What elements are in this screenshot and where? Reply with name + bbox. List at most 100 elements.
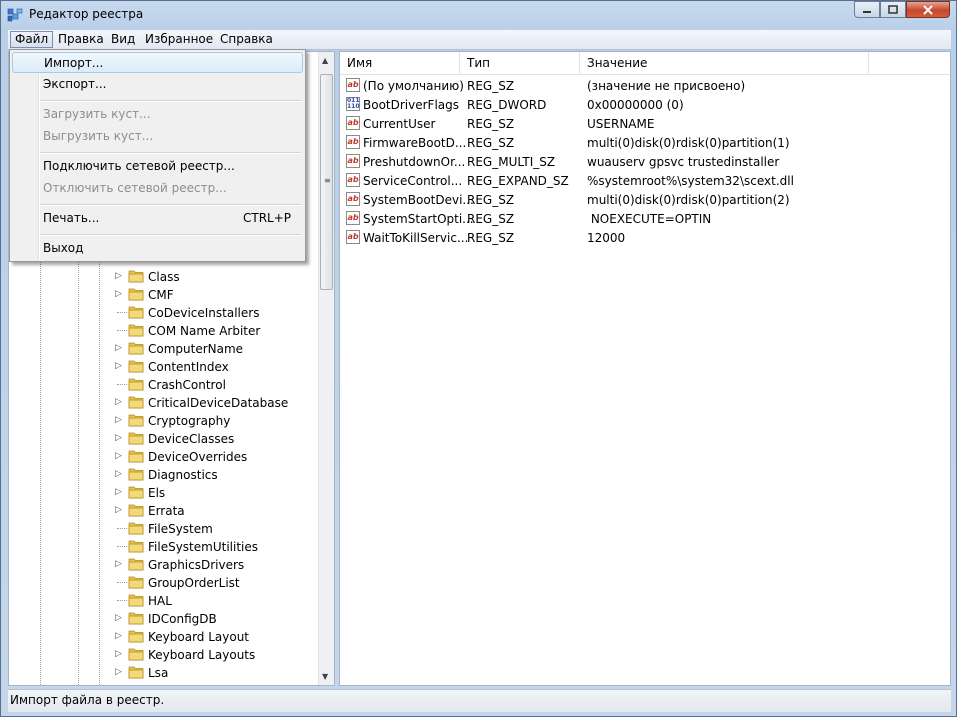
value-data: USERNAME	[587, 117, 655, 131]
tree-item-label: Keyboard Layout	[148, 630, 250, 644]
tree-item[interactable]: ▷ CMF	[9, 286, 314, 304]
tree-item-label: FileSystemUtilities	[148, 540, 258, 554]
column-header-data[interactable]: Значение	[580, 52, 869, 74]
expand-arrow-icon[interactable]: ▷	[115, 613, 122, 623]
expand-arrow-icon[interactable]: ▷	[115, 469, 122, 479]
value-data: multi(0)disk(0)rdisk(0)partition(2)	[587, 193, 790, 207]
value-name: BootDriverFlags	[363, 98, 460, 112]
window-title: Редактор реестра	[29, 7, 144, 21]
tree-item-label: COM Name Arbiter	[148, 324, 261, 338]
tree-item[interactable]: ▷ Els	[9, 484, 314, 502]
expand-arrow-icon[interactable]: ▷	[115, 289, 122, 299]
close-button[interactable]	[906, 1, 950, 18]
value-row[interactable]: ab SystemBootDevi... REG_SZ multi(0)disk(0)…	[340, 190, 950, 209]
folder-icon	[128, 576, 144, 589]
tree-item[interactable]: GroupOrderList	[9, 574, 314, 592]
value-row[interactable]: ab CurrentUser REG_SZ USERNAME	[340, 114, 950, 133]
tree-item[interactable]: ▷ GraphicsDrivers	[9, 556, 314, 574]
expand-arrow-icon[interactable]: ▷	[115, 667, 122, 677]
folder-icon	[128, 342, 144, 355]
tree-vertical-scrollbar[interactable]: ▲ ≡ ▼	[318, 52, 334, 685]
value-row[interactable]: 011 110 BootDriverFlags REG_DWORD 0x00000000…	[340, 95, 950, 114]
tree-item[interactable]: HAL	[9, 592, 314, 610]
tree-connector	[117, 582, 127, 583]
tree-item[interactable]: ▷ Keyboard Layout	[9, 628, 314, 646]
value-row[interactable]: ab WaitToKillServic... REG_SZ 12000	[340, 228, 950, 247]
tree-item-label: GroupOrderList	[148, 576, 240, 590]
expand-arrow-icon[interactable]: ▷	[115, 361, 122, 371]
value-name: SystemBootDevi...	[363, 193, 474, 207]
expand-arrow-icon[interactable]: ▷	[115, 415, 122, 425]
expand-arrow-icon[interactable]: ▷	[115, 505, 122, 515]
menu-item-exit[interactable]: Выход	[12, 238, 303, 259]
menu-item-disconnect-network-registry: Отключить сетевой реестр...	[12, 178, 303, 199]
value-row[interactable]: ab PreshutdownOr... REG_MULTI_SZ wuauserv g…	[340, 152, 950, 171]
tree-item[interactable]: FileSystem	[9, 520, 314, 538]
column-header-name[interactable]: Имя	[340, 52, 460, 74]
tree-item[interactable]: ▷ Errata	[9, 502, 314, 520]
expand-arrow-icon[interactable]: ▷	[115, 271, 122, 281]
menu-item-export[interactable]: Экспорт...	[12, 74, 303, 95]
tree-item[interactable]: CoDeviceInstallers	[9, 304, 314, 322]
tree-item[interactable]: ▷ DeviceOverrides	[9, 448, 314, 466]
column-header-type[interactable]: Тип	[460, 52, 580, 74]
expand-arrow-icon[interactable]: ▷	[115, 631, 122, 641]
expand-arrow-icon[interactable]: ▷	[115, 451, 122, 461]
menu-item-print[interactable]: Печать... CTRL+P	[12, 208, 303, 229]
tree-item[interactable]: ▷ CriticalDeviceDatabase	[9, 394, 314, 412]
value-row[interactable]: ab (По умолчанию) REG_SZ (значение не присв…	[340, 76, 950, 95]
menu-file[interactable]: Файл	[10, 31, 54, 48]
tree-item[interactable]: ▷ ContentIndex	[9, 358, 314, 376]
value-data: wuauserv gpsvc trustedinstaller	[587, 155, 780, 169]
folder-icon	[128, 522, 144, 535]
value-row[interactable]: ab SystemStartOpti... REG_SZ NOEXECUTE=OPT…	[340, 209, 950, 228]
maximize-button[interactable]	[880, 1, 906, 18]
expand-arrow-icon[interactable]: ▷	[115, 433, 122, 443]
expand-arrow-icon[interactable]: ▷	[115, 649, 122, 659]
registry-values-pane[interactable]: Имя Тип Значение ab (По умолчанию) REG_SZ(…	[339, 51, 951, 686]
menu-favorites[interactable]: Избранное	[141, 32, 217, 47]
tree-item-label: CrashControl	[148, 378, 226, 392]
scroll-down-arrow-icon[interactable]: ▼	[322, 672, 328, 681]
binary-value-icon: 011 110	[346, 97, 360, 111]
close-icon	[923, 4, 933, 15]
folder-icon	[128, 594, 144, 607]
menu-bar: Файл Правка Вид Избранное Справка	[8, 30, 951, 50]
tree-item[interactable]: ▷ Diagnostics	[9, 466, 314, 484]
menu-item-connect-network-registry[interactable]: Подключить сетевой реестр...	[12, 156, 303, 177]
title-bar[interactable]: Редактор реестра	[1, 1, 956, 29]
tree-item[interactable]: FileSystemUtilities	[9, 538, 314, 556]
expand-arrow-icon[interactable]: ▷	[115, 397, 122, 407]
tree-item[interactable]: COM Name Arbiter	[9, 322, 314, 340]
tree-connector	[117, 384, 127, 385]
expand-arrow-icon[interactable]: ▷	[115, 559, 122, 569]
expand-arrow-icon[interactable]: ▷	[115, 343, 122, 353]
tree-item[interactable]: ▷ ComputerName	[9, 340, 314, 358]
menu-edit[interactable]: Правка	[54, 32, 108, 47]
menu-view[interactable]: Вид	[107, 32, 139, 47]
tree-item[interactable]: ▷ Cryptography	[9, 412, 314, 430]
tree-item[interactable]: ▷ DeviceClasses	[9, 430, 314, 448]
tree-item[interactable]: CrashControl	[9, 376, 314, 394]
menu-item-label: Загрузить куст...	[43, 107, 151, 121]
tree-item[interactable]: ▷ Keyboard Layouts	[9, 646, 314, 664]
tree-item[interactable]: ▷ IDConfigDB	[9, 610, 314, 628]
value-row[interactable]: ab FirmwareBootD... REG_SZ multi(0)disk(0)r…	[340, 133, 950, 152]
tree-item[interactable]: ▷ Lsa	[9, 664, 314, 682]
scroll-up-arrow-icon[interactable]: ▲	[322, 56, 328, 65]
tree-scrollbar-thumb[interactable]: ≡	[320, 74, 333, 290]
expand-arrow-icon[interactable]: ▷	[115, 487, 122, 497]
minimize-button[interactable]	[854, 1, 880, 18]
value-row[interactable]: ab ServiceControl... REG_EXPAND_SZ %systemr…	[340, 171, 950, 190]
menu-item-import[interactable]: Импорт...	[12, 52, 303, 73]
folder-icon	[128, 396, 144, 409]
tree-item-label: CMF	[148, 288, 174, 302]
tree-item[interactable]: ▷ Class	[9, 268, 314, 286]
menu-item-label: Выход	[43, 241, 84, 255]
folder-icon	[128, 648, 144, 661]
tree-item-label: DeviceOverrides	[148, 450, 248, 464]
menu-item-unload-hive: Выгрузить куст...	[12, 126, 303, 147]
tree-item-label: ContentIndex	[148, 360, 229, 374]
status-text: Импорт файла в реестр.	[10, 693, 165, 707]
menu-help[interactable]: Справка	[216, 32, 277, 47]
